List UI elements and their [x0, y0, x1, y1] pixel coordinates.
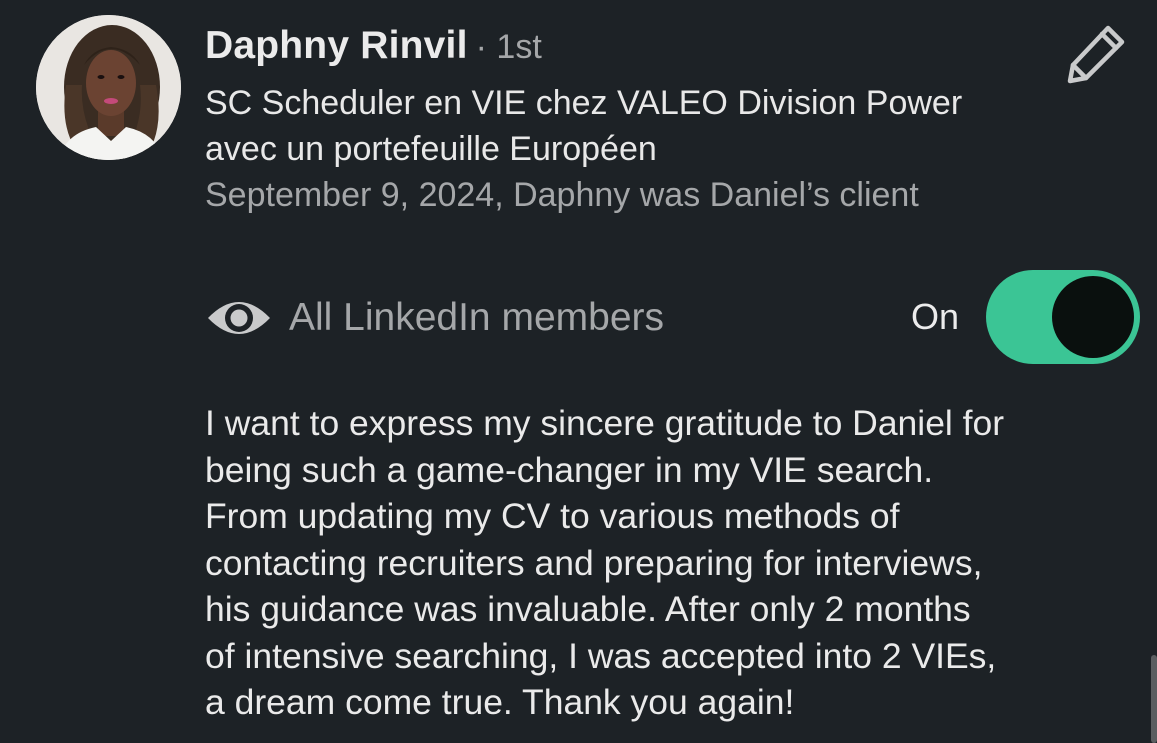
toggle-state-label: On: [911, 296, 960, 337]
scroll-indicator[interactable]: [1151, 655, 1157, 743]
visibility-setting: All LinkedIn members: [205, 292, 664, 344]
recommendation-line: being such a game-changer in my VIE sear…: [205, 449, 934, 490]
visibility-toggle[interactable]: [986, 270, 1140, 364]
avatar-photo: [36, 15, 181, 160]
recommendation-text: I want to express my sincere gratitude t…: [205, 400, 1140, 726]
author-line: Daphny Rinvil · 1st: [205, 24, 542, 68]
toggle-knob: [1052, 276, 1134, 358]
recommendation-line: contacting recruiters and preparing for …: [205, 542, 983, 583]
author-name[interactable]: Daphny Rinvil: [205, 24, 468, 67]
connection-degree: · 1st: [475, 28, 542, 66]
recommendation-line: I want to express my sincere gratitude t…: [205, 403, 1005, 443]
recommendation-line: his guidance was invaluable. After only …: [205, 589, 971, 629]
pencil-icon[interactable]: [1064, 20, 1130, 86]
recommendation-line: From updating my CV to various methods o…: [205, 496, 900, 536]
relationship-text: September 9, 2024, Daphny was Daniel’s c…: [205, 176, 919, 214]
recommendation-line: a dream come true. Thank you again!: [205, 682, 795, 722]
author-headline: SC Scheduler en VIE chez VALEO Division …: [205, 84, 963, 168]
avatar[interactable]: [36, 15, 181, 160]
eye-icon: [205, 292, 273, 344]
visibility-label: All LinkedIn members: [289, 296, 664, 339]
recommendation-line: of intensive searching, I was accepted i…: [205, 635, 997, 676]
